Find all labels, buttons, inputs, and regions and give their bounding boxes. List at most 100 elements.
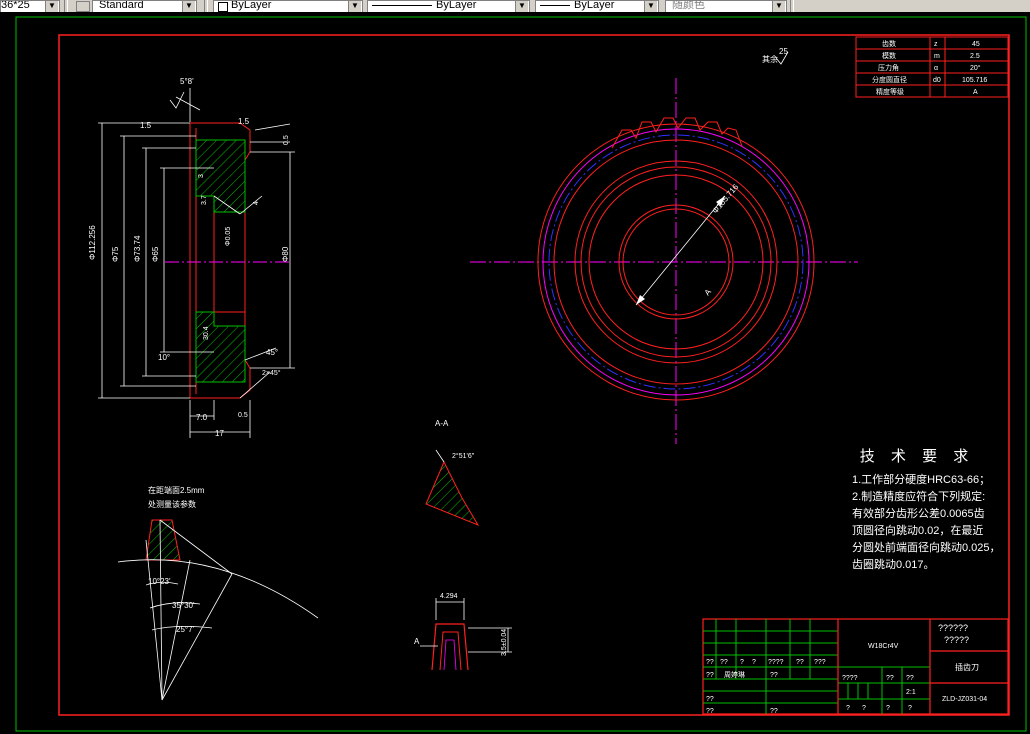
title-cell: ???? — [842, 675, 858, 682]
drawing-canvas[interactable]: Φ112.256 Φ75 Φ73.74 Φ65 Φ80 Φ0.05 30.4 1… — [0, 12, 1030, 734]
dim-width-7: 7.0 — [196, 413, 208, 422]
title-cell: ? — [752, 659, 756, 666]
tech-line: 有效部分齿形公差0.0065齿 — [852, 508, 985, 520]
title-cell: ?? — [796, 659, 804, 666]
param-symbol: α — [934, 65, 938, 72]
text-style-combo[interactable]: Standard ▼ — [92, 0, 197, 12]
section-angle: 2°51'6" — [452, 452, 475, 460]
title-cell: ? — [908, 705, 912, 712]
title-cell: ? — [846, 705, 850, 712]
title-cell: ? — [886, 705, 890, 712]
title-cell: ?? — [706, 696, 714, 703]
chevron-down-icon[interactable]: ▼ — [772, 1, 785, 12]
title-cell: ?? — [720, 659, 728, 666]
dim-bore-tolerance: Φ0.05 — [225, 227, 232, 246]
param-symbol: m — [934, 53, 940, 60]
gear-circle-view — [470, 78, 858, 444]
tech-line: 齿圈跳动0.017。 — [852, 559, 935, 571]
lineweight-preview — [540, 4, 570, 6]
outer-frame — [15, 16, 1027, 732]
chevron-down-icon[interactable]: ▼ — [515, 1, 528, 12]
color-combo[interactable]: 随颜色 ▼ — [665, 0, 787, 12]
dim-30: 30.4 — [203, 326, 210, 340]
param-name: 精度等级 — [876, 87, 904, 96]
scale-value: 36*25 — [1, 0, 30, 11]
title-cell: ?? — [706, 708, 714, 715]
dim-3-7: 3.7 — [201, 195, 208, 205]
toolbar-separator — [64, 0, 68, 12]
color-value: 随颜色 — [672, 0, 705, 11]
title-code-top2: ????? — [944, 635, 969, 645]
title-cell: ??? — [814, 659, 826, 666]
title-cell: ?? — [886, 675, 894, 682]
title-drawing-number: ZLD-JZ031-04 — [942, 696, 987, 703]
roughness-note-label: 其余 — [762, 54, 778, 64]
title-scale: 2:1 — [906, 689, 916, 696]
param-name: 压力角 — [878, 63, 899, 72]
scale-combo[interactable]: 36*25 ▼ — [0, 0, 60, 12]
tech-title: 技 术 要 求 — [859, 448, 975, 465]
dim-r-05: 0.5 — [238, 412, 248, 419]
chevron-down-icon[interactable]: ▼ — [644, 1, 657, 12]
param-value: 2.5 — [970, 53, 980, 60]
text-style-icon[interactable] — [76, 1, 90, 12]
profile-angle-a: 10°23' — [148, 577, 171, 586]
technical-requirements: 技 术 要 求 1.工作部分硬度HRC63-66； 2.制造精度应符合下列规定:… — [852, 445, 1001, 574]
title-cell: ???? — [768, 659, 784, 666]
tech-line: 顶圆径向跳动0.02，在最近 — [852, 525, 984, 537]
tooth-side-dim: 3.5±0.04 — [501, 629, 508, 656]
chevron-down-icon[interactable]: ▼ — [348, 1, 361, 12]
layer-color-swatch — [218, 2, 228, 12]
section-a-a: A-A 2°51'6" — [425, 419, 480, 527]
tooth-profile-detail: 在距端面2.5mm 处测量该参数 10°23' 35°30' 25°7' — [117, 485, 319, 701]
title-cell: ? — [740, 659, 744, 666]
roughness-value: 25 — [779, 47, 788, 56]
layer-combo[interactable]: ByLayer ▼ — [213, 0, 363, 12]
dim-mid-diameter: Φ73.74 — [133, 235, 142, 262]
profile-note-2: 处测量该参数 — [148, 499, 196, 509]
profile-angle-c: 25°7' — [176, 625, 195, 634]
lineweight-combo[interactable]: ByLayer ▼ — [535, 0, 659, 12]
dim-side-right: 0.5 — [283, 135, 290, 145]
title-code-top: ?????? — [938, 623, 968, 633]
text-style-value: Standard — [99, 0, 144, 11]
chevron-down-icon[interactable]: ▼ — [45, 1, 58, 12]
param-name: 分度圆直径 — [872, 75, 907, 84]
lineweight-value: ByLayer — [574, 0, 615, 11]
title-cell: ?? — [706, 672, 714, 679]
section-mark-a: A — [703, 287, 714, 297]
title-cell: ? — [862, 705, 866, 712]
layer-value: ByLayer — [231, 0, 272, 11]
dim-top-angle: 5°8' — [180, 77, 194, 86]
param-name: 模数 — [882, 51, 896, 60]
title-material: W18Cr4V — [868, 643, 899, 650]
title-cell: ?? — [770, 708, 778, 715]
title-cell: ?? — [906, 675, 914, 682]
title-block: W18Cr4V ?????? ????? 插齿刀 ZLD-JZ031-04 2:… — [702, 618, 1009, 715]
chevron-down-icon[interactable]: ▼ — [182, 1, 195, 12]
param-value: 105.716 — [962, 77, 987, 84]
dim-outer-diameter: Φ112.256 — [88, 225, 97, 260]
dim-chamfer-a: 1.5 — [140, 121, 152, 130]
hatch-lower — [195, 311, 246, 383]
param-value: A — [973, 89, 978, 96]
title-cell: ?? — [770, 672, 778, 679]
toolbar-separator — [204, 0, 208, 12]
dim-3: 3 — [198, 174, 205, 178]
linetype-value: ByLayer — [436, 0, 477, 11]
circle-diameter-dimension: Φ105.716 A — [635, 182, 741, 306]
title-name: 插齿刀 — [955, 662, 979, 672]
param-value: 45 — [972, 41, 980, 48]
tech-line: 2.制造精度应符合下列规定: — [852, 491, 986, 503]
profile-angle-b: 35°30' — [172, 601, 195, 610]
param-symbol: d0 — [933, 77, 941, 84]
dim-width-17: 17 — [215, 429, 224, 438]
toolbar-separator — [790, 0, 794, 12]
section-label: A-A — [435, 419, 449, 428]
param-name: 齿数 — [882, 39, 896, 48]
tech-line: 1.工作部分硬度HRC63-66； — [852, 474, 991, 486]
param-value: 20° — [970, 64, 981, 72]
linetype-combo[interactable]: ByLayer ▼ — [367, 0, 530, 12]
tech-line: 分圆处前端面径向跳动0.025， — [852, 542, 1001, 554]
param-symbol: z — [934, 41, 938, 48]
